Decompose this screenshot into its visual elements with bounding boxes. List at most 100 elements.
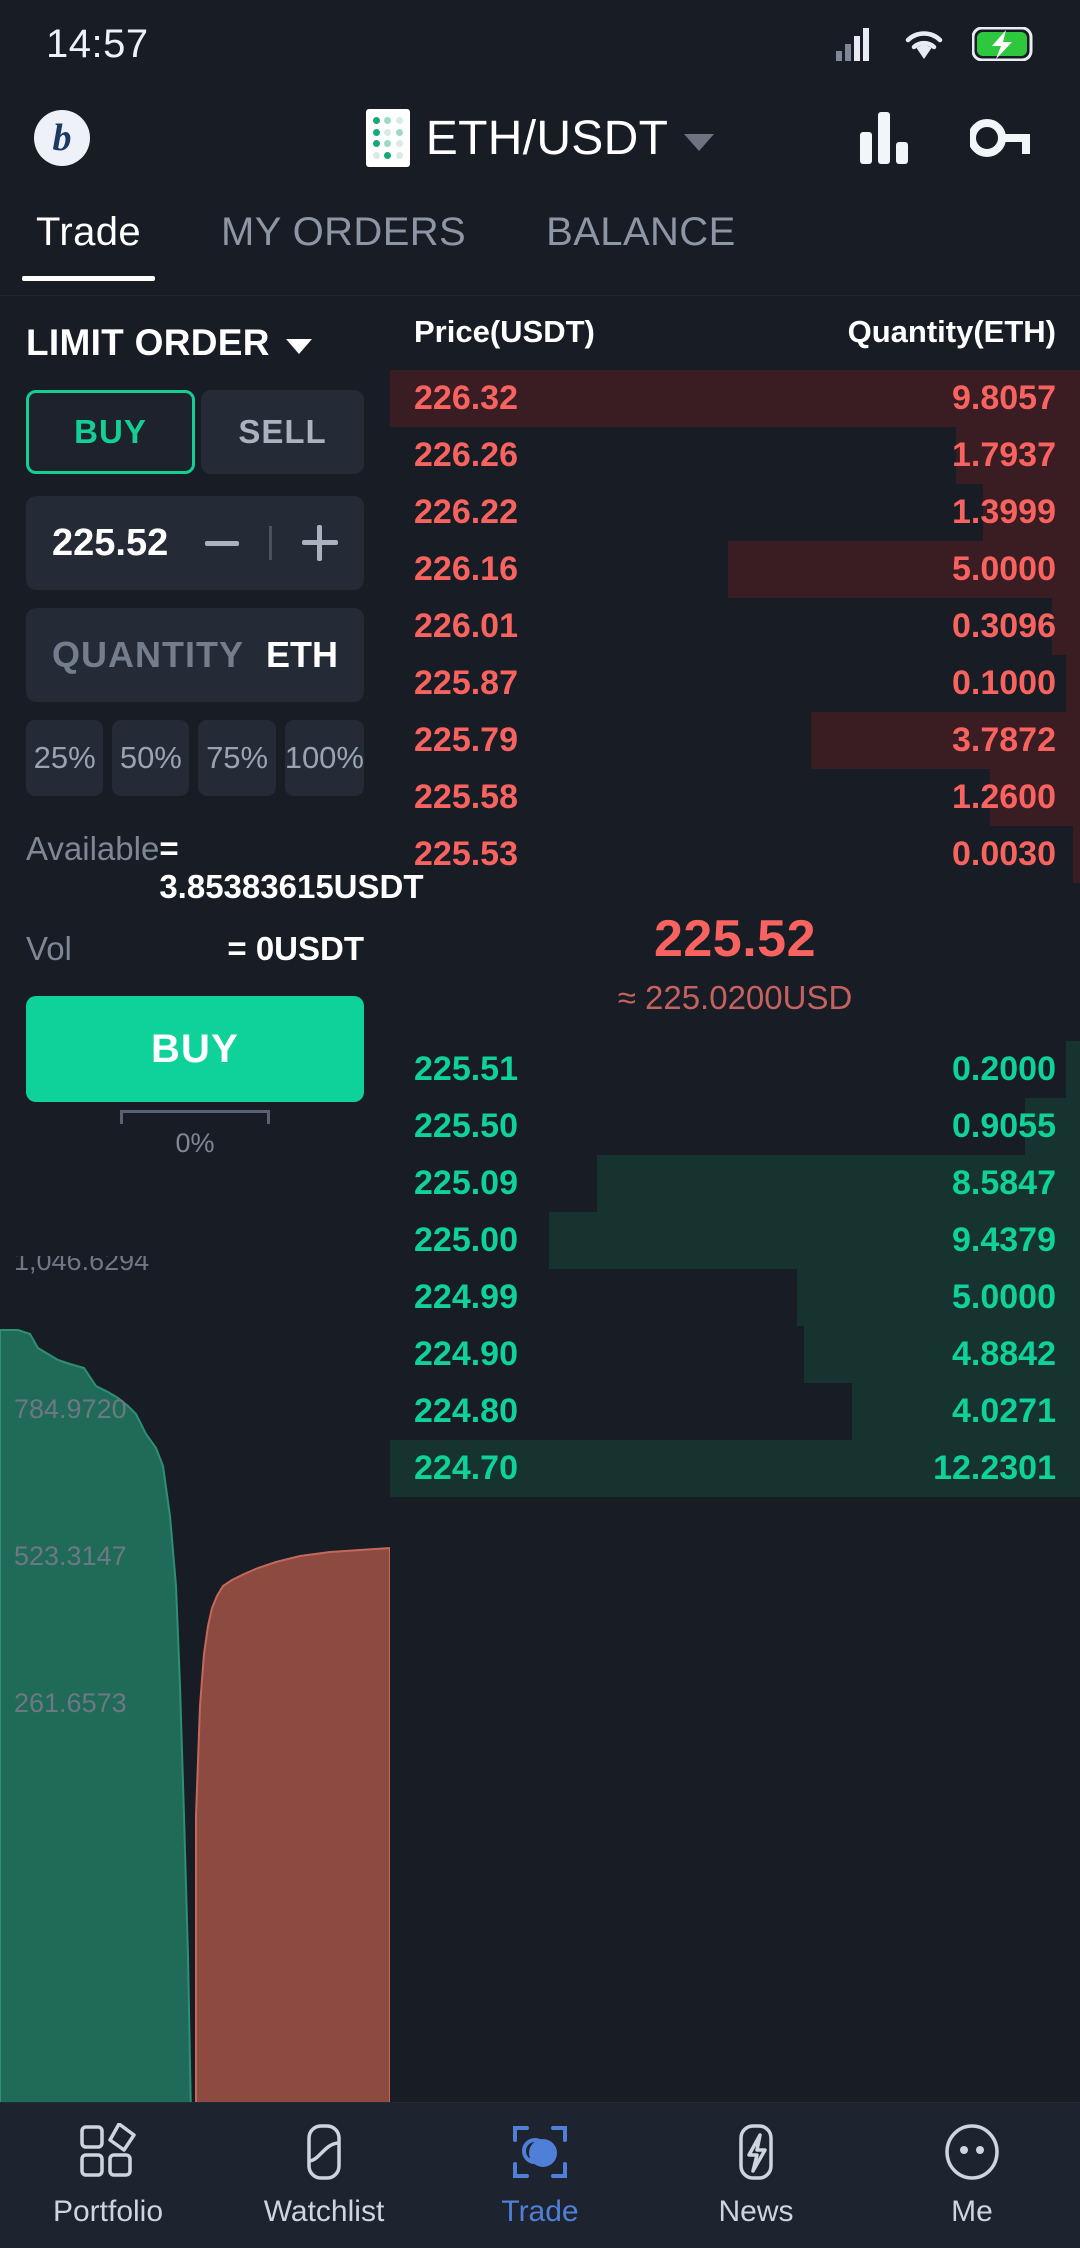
tab-my-orders[interactable]: MY ORDERS [207,202,480,281]
nav-item-news[interactable]: News [648,2123,864,2229]
orderbook-quantity: 9.4379 [952,1221,1056,1259]
pair-title: ETH/USDT [425,111,669,165]
sell-tab-button[interactable]: SELL [201,390,364,474]
orderbook-depth-bar [1073,826,1080,883]
orderbook-row[interactable]: 226.22 1.3999 [390,484,1080,541]
key-icon[interactable] [970,114,1032,162]
vol-label: Vol [26,930,72,967]
orderbook-row[interactable]: 224.80 4.0271 [390,1383,1080,1440]
orderbook-row[interactable]: 226.26 1.7937 [390,427,1080,484]
orderbook-quantity: 1.7937 [952,436,1056,474]
percent-100-button[interactable]: 100% [284,720,364,796]
nav-label-watchlist: Watchlist [263,2194,385,2228]
header-actions [858,110,1046,166]
depth-asks-area [195,1546,390,2118]
nav-item-me[interactable]: Me [864,2123,1080,2229]
orderbook-row[interactable]: 225.00 9.4379 [390,1212,1080,1269]
orderbook-row[interactable]: 224.70 12.2301 [390,1440,1080,1497]
orderbook-price: 226.26 [414,436,518,474]
app-root: 14:57 b ETH/USDT Trade MY ORDERS BALANCE… [0,0,1080,2248]
orderbook-bids: 225.51 0.2000 225.50 0.9055 225.09 8.5847 225.… [390,1041,1080,1497]
bithumb-logo[interactable]: b [34,110,90,166]
last-price-approx: ≈ 225.0200USD [617,979,853,1016]
portfolio-icon [80,2122,136,2177]
orderbook-quantity: 1.2600 [952,778,1056,816]
slider-track[interactable] [120,1110,270,1124]
orderbook-quantity: 0.9055 [952,1107,1056,1145]
price-input[interactable]: 225.52 [26,496,364,590]
nav-item-trade[interactable]: Trade [432,2123,648,2229]
minus-icon[interactable] [205,540,239,546]
price-input-value: 225.52 [52,521,169,564]
orderbook-quantity: 0.0030 [952,835,1056,873]
orderbook-row[interactable]: 225.87 0.1000 [390,655,1080,712]
orderbook-row[interactable]: 226.16 5.0000 [390,541,1080,598]
orderbook-row[interactable]: 225.53 0.0030 [390,826,1080,883]
chart-icon[interactable] [858,110,910,166]
slider-value-label: 0% [175,1128,215,1158]
profile-face-icon [945,2123,999,2180]
percent-buttons: 25% 50% 75% 100% [26,720,364,796]
status-time: 14:57 [46,21,149,66]
vol-row: Vol = 0USDT [26,930,364,968]
submit-buy-label: BUY [150,1026,240,1071]
orderbook-quantity: 12.2301 [933,1449,1056,1487]
orderbook-quantity: 5.0000 [952,550,1056,588]
orderbook-row[interactable]: 224.90 4.8842 [390,1326,1080,1383]
amount-slider[interactable]: 0% [26,1110,364,1159]
orderbook-row[interactable]: 225.79 3.7872 [390,712,1080,769]
buy-tab-button[interactable]: BUY [26,390,195,474]
qr-grid-icon [365,109,410,167]
orderbook-panel: Price(USDT) Quantity(ETH) 226.32 9.8057 22… [390,296,1080,1497]
percent-25-button[interactable]: 25% [26,720,104,796]
depth-axis-label-4: 261.6573 [14,1688,127,1718]
orderbook-row[interactable]: 225.58 1.2600 [390,769,1080,826]
depth-axis-label-1: 1,046.6294 [14,1256,150,1276]
orderbook-quantity: 5.0000 [952,1278,1056,1316]
quantity-placeholder: QUANTITY [52,634,244,675]
orderbook-row[interactable]: 225.51 0.2000 [390,1041,1080,1098]
quantity-unit-label: ETH [266,634,338,675]
orderbook-price: 225.87 [414,664,518,702]
nav-item-portfolio[interactable]: Portfolio [0,2122,216,2229]
tab-trade-label: Trade [36,210,142,254]
nav-label-me: Me [951,2194,993,2228]
plus-icon[interactable] [302,525,338,561]
orderbook-price: 226.16 [414,550,518,588]
orderbook-depth-bar [1052,598,1080,655]
tab-balance-label: BALANCE [546,210,736,254]
orderbook-price: 224.70 [414,1449,518,1487]
orderbook-row[interactable]: 225.50 0.9055 [390,1098,1080,1155]
orderbook-quantity: 4.0271 [952,1392,1056,1430]
tab-trade[interactable]: Trade [22,202,156,281]
orderbook-row[interactable]: 225.09 8.5847 [390,1155,1080,1212]
available-label: Available [26,830,160,867]
chevron-down-icon[interactable] [684,133,715,151]
trade-icon [513,2125,567,2178]
status-icon-group [836,27,1034,61]
percent-75-button[interactable]: 75% [198,720,276,796]
orderbook-depth-bar [1066,655,1080,712]
main-tabs: Trade MY ORDERS BALANCE [0,188,1080,296]
orderbook-col-quantity: Quantity(ETH) [847,314,1056,349]
orderbook-depth-bar [1066,1041,1080,1098]
tab-balance[interactable]: BALANCE [532,202,750,281]
orderbook-col-price: Price(USDT) [414,314,595,349]
percent-50-button[interactable]: 50% [112,720,190,796]
quantity-input[interactable]: QUANTITY ETH [26,608,364,702]
order-type-label: LIMIT ORDER [26,322,270,363]
brand-letter: b [52,117,72,159]
nav-label-news: News [718,2194,794,2228]
submit-buy-button[interactable]: BUY [26,996,364,1102]
last-price-block: 225.52 ≈ 225.0200USD [390,883,1080,1041]
order-type-selector[interactable]: LIMIT ORDER [26,322,364,364]
orderbook-row[interactable]: 226.01 0.3096 [390,598,1080,655]
tab-my-orders-label: MY ORDERS [221,210,467,254]
battery-charging-icon [972,27,1033,61]
nav-item-watchlist[interactable]: Watchlist [216,2123,432,2229]
orderbook-row[interactable]: 224.99 5.0000 [390,1269,1080,1326]
orderbook-price: 226.32 [414,379,518,417]
orderbook-row[interactable]: 226.32 9.8057 [390,370,1080,427]
depth-chart: 1,046.6294 784.9720 523.3147 261.6573 [0,1256,390,2118]
depth-axis-label-3: 523.3147 [14,1541,127,1571]
